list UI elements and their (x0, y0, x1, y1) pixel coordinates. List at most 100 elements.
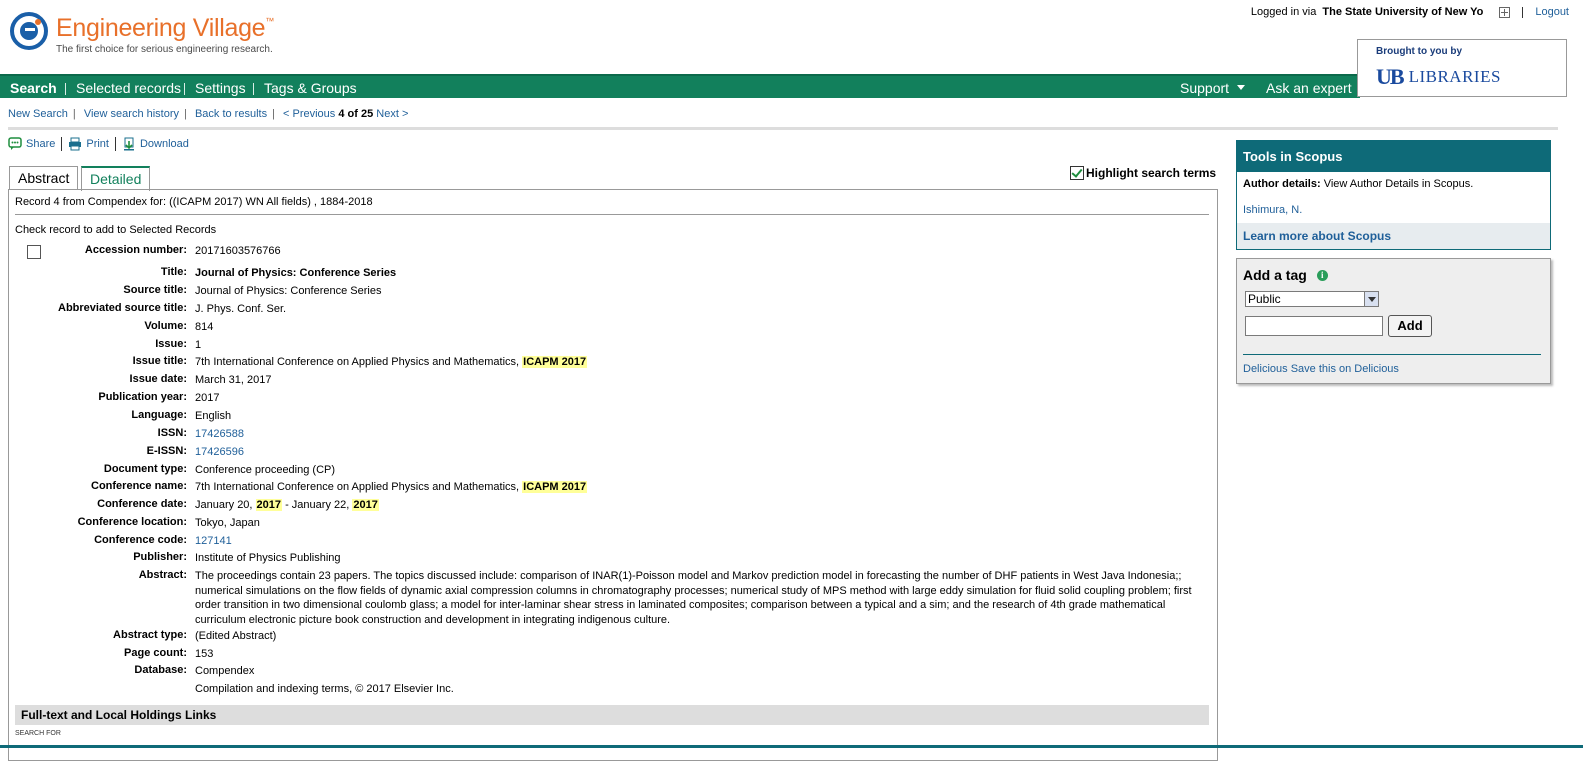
field-value: Tokyo, Japan (195, 517, 260, 529)
tab-detailed[interactable]: Detailed (81, 166, 151, 191)
nav-support[interactable]: Support (1180, 80, 1246, 96)
search-for-button[interactable]: SEARCH FOR (15, 730, 61, 737)
field-value: (Edited Abstract) (195, 630, 277, 642)
fulltext-links-header: Full-text and Local Holdings Links (15, 705, 1209, 725)
add-tag-title: Add a tag (1243, 267, 1307, 283)
author-link[interactable]: Ishimura, N. (1243, 204, 1302, 216)
search-term-highlight: ICAPM 2017 (522, 356, 588, 368)
info-icon[interactable]: i (1316, 269, 1328, 281)
print-button[interactable]: Print (68, 137, 109, 151)
field-label: Language: (131, 409, 187, 421)
eissn-link[interactable]: 17426596 (195, 445, 1209, 460)
add-tag-button[interactable]: Add (1388, 315, 1432, 337)
printer-icon (69, 137, 82, 151)
new-search-link[interactable]: New Search (8, 108, 68, 120)
record-actions: Share Print Download (8, 137, 189, 151)
app-tagline: The first choice for serious engineering… (56, 44, 273, 55)
issn-link[interactable]: 17426588 (195, 427, 1209, 442)
nav-divider (184, 83, 185, 95)
abstract-text: The proceedings contain 23 papers. The t… (195, 570, 1192, 626)
brought-by-label: Brought to you by (1376, 46, 1463, 57)
field-label: Source title: (123, 284, 187, 296)
ev-logo-icon (10, 12, 48, 50)
tab-abstract[interactable]: Abstract (9, 166, 79, 189)
save-on-delicious-link[interactable]: Save this on Delicious (1291, 363, 1399, 375)
nav-selected-records[interactable]: Selected records (76, 80, 181, 96)
copyright-text: Compilation and indexing terms, © 2017 E… (195, 683, 454, 695)
field-label: Issue title: (132, 355, 187, 367)
previous-link[interactable]: < Previous (283, 108, 335, 120)
fulltext-heading: Full-text and Local Holdings Links (21, 708, 217, 722)
field-value: 814 (195, 321, 214, 333)
download-button[interactable]: Download (122, 137, 189, 151)
scopus-title: Tools in Scopus (1237, 141, 1550, 172)
author-details-text: View Author Details in Scopus. (1323, 178, 1474, 190)
conference-name-text: 7th International Conference on Applied … (195, 481, 523, 493)
nav-ask-expert[interactable]: Ask an expert (1266, 80, 1352, 96)
search-term-highlight: ICAPM 2017 (522, 481, 588, 493)
field-value: March 31, 2017 (195, 374, 272, 386)
field-label: Abbreviated source title: (58, 302, 187, 314)
field-label: Publication year: (98, 391, 187, 403)
logout-link[interactable]: Logout (1535, 6, 1569, 18)
field-label: Conference date: (97, 498, 187, 510)
field-value: 20171603576766 (195, 245, 281, 257)
ub-libraries-banner[interactable]: Brought to you by UB LIBRARIES (1357, 39, 1567, 97)
select-record-note: Check record to add to Selected Records (15, 224, 217, 236)
field-label: Title: (160, 266, 187, 278)
tag-input[interactable] (1245, 316, 1383, 336)
support-label: Support (1180, 80, 1230, 96)
nav-search[interactable]: Search (10, 80, 57, 96)
field-label: Conference name: (91, 480, 187, 492)
field-label: Document type: (103, 463, 187, 475)
field-value: 2017 (195, 392, 220, 404)
issue-title-text: 7th International Conference on Applied … (195, 356, 523, 368)
nav-settings[interactable]: Settings (195, 80, 246, 96)
conference-end-text: - January 22, (282, 499, 353, 511)
logged-in-label: Logged in via (1250, 6, 1317, 18)
download-label: Download (139, 138, 189, 150)
delicious-icon-link[interactable]: Delicious (1243, 363, 1288, 375)
back-to-results-link[interactable]: Back to results (195, 108, 267, 120)
next-link[interactable]: Next > (376, 108, 408, 120)
scopus-footer: Learn more about Scopus (1237, 223, 1550, 249)
highlight-label: Highlight search terms (1086, 166, 1217, 180)
add-tag-heading: Add a tag i (1243, 267, 1328, 283)
ub-logo-mark: UB (1376, 64, 1405, 89)
share-icon (8, 137, 22, 150)
search-history-link[interactable]: View search history (84, 108, 179, 120)
field-value: J. Phys. Conf. Ser. (195, 303, 287, 315)
share-label: Share (26, 138, 56, 150)
engineering-village-logo[interactable]: Engineering Village™ The first choice fo… (10, 10, 290, 60)
tag-scope-select[interactable]: Public (1245, 291, 1379, 307)
main-nav: Search Selected records Settings Tags & … (0, 74, 1360, 98)
field-label: Publisher: (133, 551, 187, 563)
highlight-checkbox[interactable] (1070, 166, 1084, 180)
field-value: Journal of Physics: Conference Series (195, 285, 382, 297)
libraries-wordmark: LIBRARIES (1408, 67, 1501, 86)
institution-name: The State University of New Yo (1322, 6, 1484, 18)
divider (1243, 354, 1541, 355)
conference-code-link[interactable]: 127141 (195, 534, 1209, 549)
download-icon (123, 137, 134, 151)
tag-scope-value: Public (1248, 292, 1281, 306)
field-label: Volume: (144, 320, 187, 332)
field-value: January 20, 2017 - January 22, 2017 (195, 498, 1209, 513)
divider (114, 137, 116, 151)
expand-icon[interactable] (1499, 6, 1511, 18)
nav-tags-groups[interactable]: Tags & Groups (264, 80, 357, 96)
highlight-search-terms-toggle[interactable]: Highlight search terms (1070, 166, 1216, 180)
app-title: Engineering Village™ (56, 14, 274, 42)
divider (1522, 6, 1524, 18)
author-details-label: Author details: (1243, 178, 1321, 190)
delicious-save: Delicious Save this on Delicious (1243, 363, 1399, 375)
share-button[interactable]: Share (8, 137, 55, 151)
field-label: ISSN: (157, 427, 187, 439)
field-label: Abstract: (138, 569, 187, 581)
chevron-down-icon (1237, 84, 1246, 90)
field-label: Abstract type: (113, 629, 187, 641)
breadcrumb: New Search | View search history | Back to… (8, 108, 409, 120)
field-value: Institute of Physics Publishing (195, 552, 341, 564)
record-position: 4 of 25 (338, 108, 374, 120)
nav-divider (253, 83, 254, 95)
